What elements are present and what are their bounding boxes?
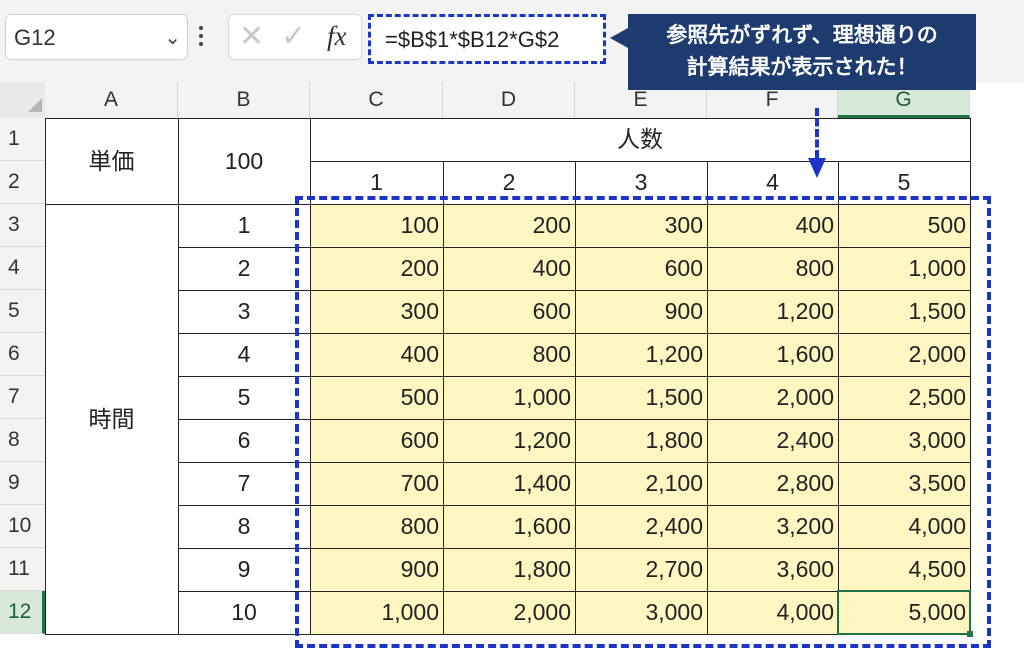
row-header-7[interactable]: 7 — [0, 376, 45, 419]
column-header-a[interactable]: A — [45, 82, 178, 118]
row-header-3[interactable]: 3 — [0, 204, 45, 247]
hours-value-4[interactable]: 4 — [178, 333, 310, 376]
row-header-4[interactable]: 4 — [0, 247, 45, 290]
chevron-down-icon[interactable]: ⌄ — [164, 25, 181, 50]
row-header-5[interactable]: 5 — [0, 290, 45, 333]
result-range-highlight — [295, 196, 991, 648]
annotation-arrow — [815, 108, 819, 158]
table-border-left — [45, 118, 46, 634]
table-border — [45, 634, 178, 635]
annotation-callout: 参照先がずれず、理想通りの 計算結果が表示された！ — [628, 14, 976, 90]
hours-value-1[interactable]: 1 — [178, 204, 310, 247]
people-label: 人数 — [617, 126, 663, 152]
hours-value-6[interactable]: 6 — [178, 419, 310, 462]
callout-line-2: 計算結果が表示された！ — [686, 56, 918, 79]
arrow-down-icon — [808, 158, 826, 178]
column-header-d[interactable]: D — [443, 82, 575, 118]
name-box[interactable]: G12 ⌄ — [5, 14, 188, 60]
callout-line-1: 参照先がずれず、理想通りの — [666, 24, 938, 47]
row-header-11[interactable]: 11 — [0, 548, 45, 591]
callout-pointer — [610, 28, 628, 48]
table-border — [45, 204, 178, 205]
formula-actions: ✕ ✓ fx — [228, 14, 362, 60]
check-icon[interactable]: ✓ — [281, 19, 306, 54]
name-box-value: G12 — [14, 25, 56, 50]
row-header-2[interactable]: 2 — [0, 161, 45, 204]
row-header-10[interactable]: 10 — [0, 505, 45, 548]
unit-price-value[interactable]: 100 — [178, 118, 310, 204]
hours-value-9[interactable]: 9 — [178, 548, 310, 591]
close-icon[interactable]: ✕ — [239, 19, 264, 54]
column-header-b[interactable]: B — [178, 82, 310, 118]
hours-value-5[interactable]: 5 — [178, 376, 310, 419]
unit-price-label: 単価 — [88, 148, 135, 174]
table-border — [310, 161, 970, 162]
row-header-6[interactable]: 6 — [0, 333, 45, 376]
row-header-1[interactable]: 1 — [0, 118, 45, 161]
table-border-top — [45, 118, 970, 119]
hours-value-10[interactable]: 10 — [178, 591, 310, 634]
row-header-8[interactable]: 8 — [0, 419, 45, 462]
hours-value-2[interactable]: 2 — [178, 247, 310, 290]
formula-input[interactable]: =$B$1*$B12*G$2 — [368, 14, 606, 64]
hours-value-7[interactable]: 7 — [178, 462, 310, 505]
select-all-triangle-icon — [28, 98, 42, 112]
row-header-12[interactable]: 12 — [0, 591, 45, 634]
hours-value-8[interactable]: 8 — [178, 505, 310, 548]
formula-text: =$B$1*$B12*G$2 — [385, 27, 560, 52]
column-header-c[interactable]: C — [310, 82, 443, 118]
time-label: 時間 — [88, 406, 135, 432]
row-header-9[interactable]: 9 — [0, 462, 45, 505]
table-border — [178, 118, 179, 634]
more-options-icon[interactable] — [198, 26, 204, 50]
hours-value-3[interactable]: 3 — [178, 290, 310, 333]
fx-icon[interactable]: fx — [327, 21, 347, 52]
